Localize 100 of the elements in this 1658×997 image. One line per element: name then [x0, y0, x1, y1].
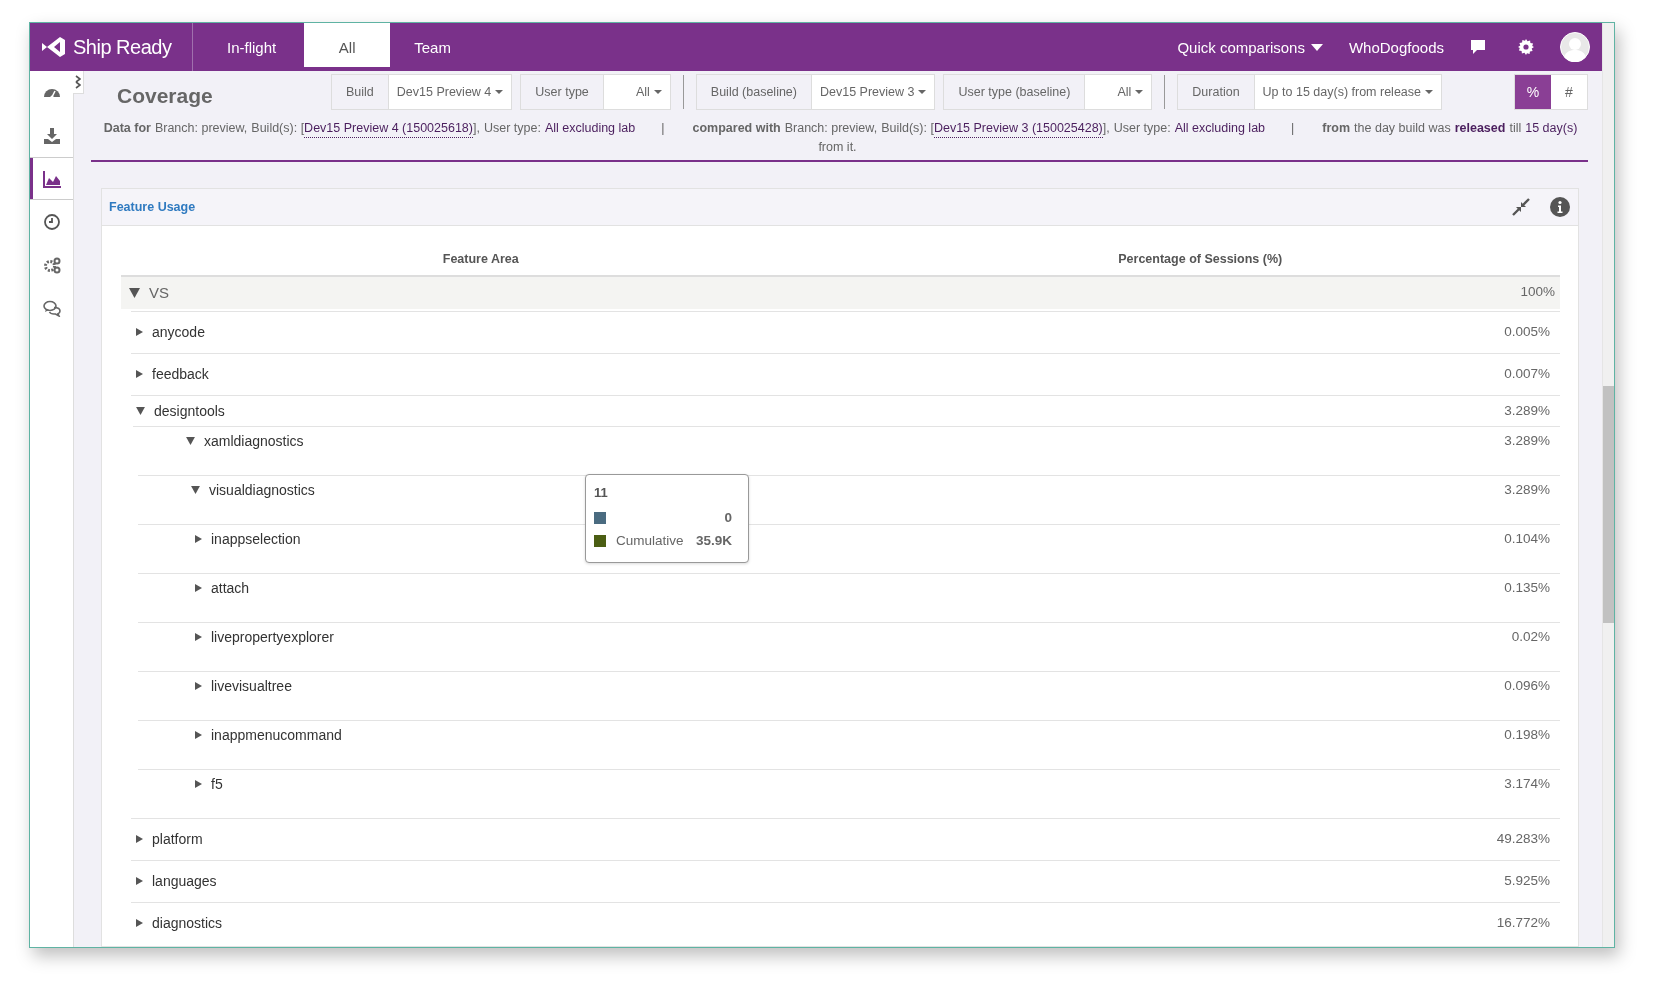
info-value: 15 day(s) — [1525, 120, 1578, 137]
tree-row[interactable]: platform 49.283% — [131, 818, 1560, 860]
percentage: 0.005% — [1504, 324, 1550, 339]
percentage: 0.135% — [1504, 580, 1550, 595]
filter-label: Build (baseline) — [696, 75, 812, 109]
tree-row[interactable]: designtools 3.289% — [131, 395, 1560, 426]
column-header: Percentage of Sessions (%) — [1117, 252, 1284, 266]
tooltip-title: 11 — [594, 485, 609, 500]
clock-icon — [42, 212, 61, 231]
info-icon[interactable] — [1550, 197, 1570, 217]
info-text: User type: — [483, 120, 541, 137]
triangle-right-icon[interactable] — [195, 682, 202, 690]
caret-icon — [918, 90, 927, 94]
caret-icon — [1310, 43, 1323, 51]
triangle-right-icon[interactable] — [195, 731, 202, 739]
feature-name: anycode — [152, 324, 205, 340]
triangle-down-icon[interactable] — [136, 407, 145, 415]
triangle-down-icon[interactable] — [129, 287, 140, 298]
triangle-down-icon[interactable] — [191, 486, 200, 494]
page-title: Coverage — [117, 84, 213, 108]
tree-row[interactable]: f5 3.174% — [138, 769, 1560, 818]
series-name: Cumulative — [616, 533, 685, 548]
info-value: released — [1454, 120, 1506, 137]
info-label: Data for — [103, 120, 151, 137]
triangle-right-icon[interactable] — [195, 633, 202, 641]
unit-toggle-button[interactable]: % — [1515, 75, 1551, 109]
feature-name: visualdiagnostics — [209, 482, 315, 498]
triangle-right-icon[interactable] — [136, 919, 143, 927]
user-link[interactable]: WhoDogfoods — [1348, 38, 1444, 56]
separator: | — [661, 120, 665, 137]
info-text: from it. — [818, 139, 857, 156]
gears-icon — [42, 255, 61, 274]
separator: | — [1291, 120, 1295, 137]
triangle-right-icon[interactable] — [195, 780, 202, 788]
percentage: 0.096% — [1504, 678, 1550, 693]
feature-name: diagnostics — [152, 915, 223, 931]
caret-icon — [653, 90, 662, 94]
tree-row[interactable]: attach 0.135% — [138, 573, 1560, 622]
nav-tab[interactable]: Team — [390, 23, 475, 71]
info-text: Build(s): [ — [251, 120, 305, 137]
sidebar-item[interactable] — [30, 157, 73, 200]
tree-row[interactable]: livepropertyexplorer 0.02% — [138, 622, 1560, 671]
triangle-right-icon[interactable] — [195, 535, 202, 543]
feature-name: xamldiagnostics — [204, 433, 304, 449]
tree-row[interactable]: inappmenucommand 0.198% — [138, 720, 1560, 769]
feature-name: VS — [149, 284, 169, 301]
info-label: from — [1322, 120, 1351, 137]
settings-icon[interactable] — [1518, 39, 1534, 55]
feature-name: inappmenucommand — [211, 727, 342, 743]
triangle-right-icon[interactable] — [136, 328, 143, 336]
tree-row[interactable]: languages 5.925% — [131, 860, 1560, 902]
series-value: 0 — [724, 510, 732, 525]
tree-row[interactable]: feedback 0.007% — [131, 353, 1560, 395]
feature-name: inappselection — [211, 531, 301, 547]
quick-comparisons-menu[interactable]: Quick comparisons — [1177, 38, 1323, 56]
download-icon — [42, 126, 61, 145]
expand-handle[interactable] — [73, 71, 84, 94]
feature-name: livevisualtree — [211, 678, 292, 694]
tree-row[interactable]: diagnostics 16.772% — [131, 902, 1560, 944]
caret-icon — [1135, 90, 1144, 94]
triangle-down-icon[interactable] — [186, 437, 195, 445]
filter-label: Build — [332, 75, 389, 109]
triangle-right-icon[interactable] — [136, 877, 143, 885]
chat-icon[interactable] — [1470, 39, 1486, 55]
app-name: Ship Ready — [73, 35, 172, 59]
info-text: till — [1509, 120, 1522, 137]
logo-icon — [40, 35, 67, 59]
percentage: 3.289% — [1504, 403, 1550, 418]
info-text: the day build was — [1354, 120, 1451, 137]
feature-name: f5 — [211, 776, 223, 792]
feature-name: feedback — [152, 366, 209, 382]
filter-label: User type (baseline) — [944, 75, 1086, 109]
triangle-right-icon[interactable] — [136, 835, 143, 843]
percentage: 5.925% — [1504, 873, 1550, 888]
info-text: ], — [472, 120, 480, 137]
feature-name: platform — [152, 831, 203, 847]
build-link[interactable]: Dev15 Preview 4 (150025618) — [304, 119, 473, 138]
column-header: Feature Area — [441, 252, 520, 266]
feature-name: designtools — [154, 403, 225, 419]
caret-icon — [495, 90, 504, 94]
scrollbar-thumb[interactable] — [1603, 386, 1614, 623]
percentage: 49.283% — [1496, 831, 1550, 846]
chat-bubbles-icon — [42, 298, 61, 317]
triangle-right-icon[interactable] — [195, 584, 202, 592]
caret-icon — [1425, 90, 1433, 94]
info-text: ], — [1102, 120, 1110, 137]
scrollbar[interactable] — [1602, 23, 1614, 947]
collapse-arrows-icon[interactable] — [1512, 198, 1530, 216]
series-value: 35.9K — [695, 533, 732, 548]
filter-label: Duration — [1178, 75, 1255, 109]
build-link[interactable]: Dev15 Preview 3 (150025428) — [933, 119, 1103, 138]
percentage: 0.02% — [1511, 629, 1550, 644]
percentage: 0.104% — [1504, 531, 1550, 546]
nav-tab[interactable]: In-flight — [201, 23, 305, 71]
unit-toggle-button[interactable]: # — [1551, 75, 1587, 109]
triangle-right-icon[interactable] — [136, 370, 143, 378]
avatar-icon[interactable] — [1560, 32, 1590, 62]
tree-row[interactable]: anycode 0.005% — [131, 311, 1560, 353]
tree-row[interactable]: livevisualtree 0.096% — [138, 671, 1560, 720]
panel-title: Feature Usage — [109, 200, 196, 214]
